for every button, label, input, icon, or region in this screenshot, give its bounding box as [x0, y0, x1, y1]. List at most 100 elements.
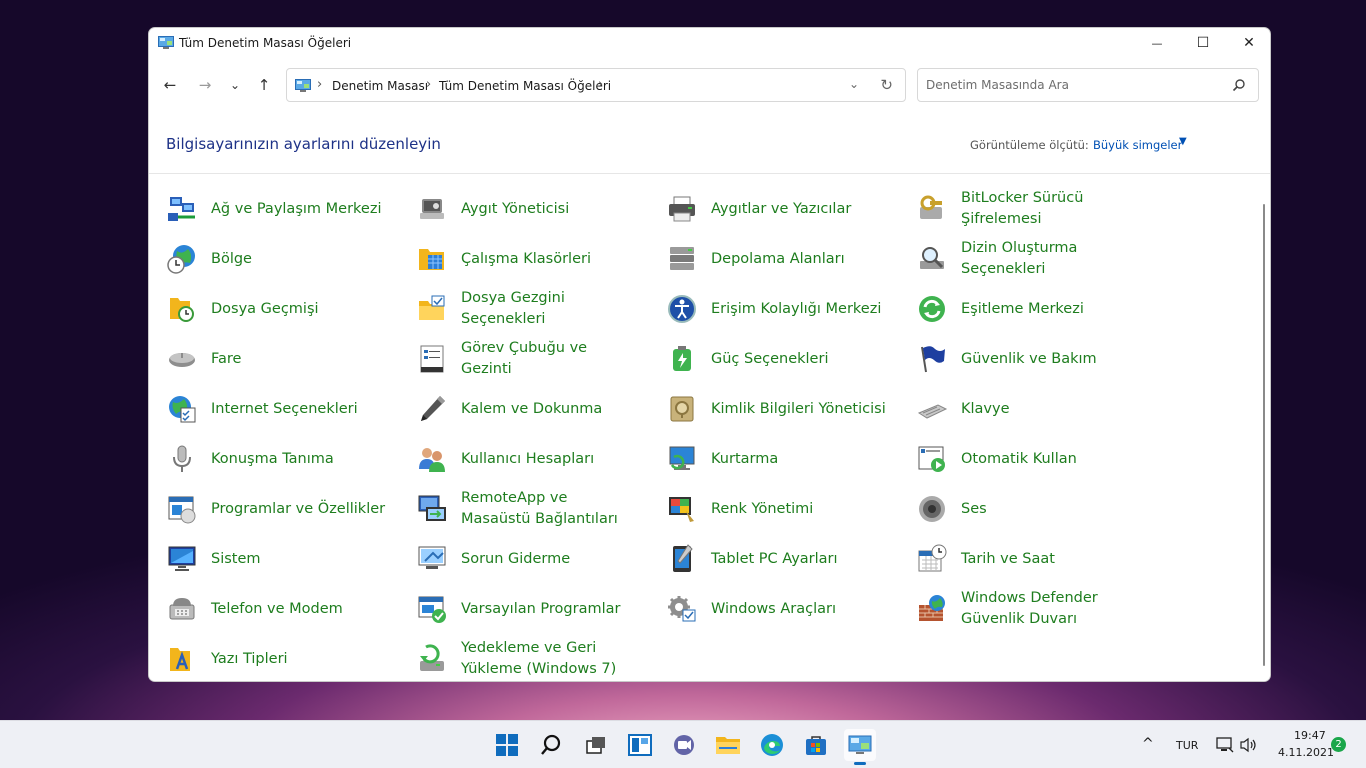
- control-panel-item[interactable]: Sistem: [149, 536, 389, 582]
- back-button[interactable]: ←: [159, 75, 181, 95]
- up-button[interactable]: ↑: [253, 75, 275, 95]
- control-panel-item[interactable]: BitLocker Sürücü Şifrelemesi: [899, 186, 1139, 232]
- globe-clock-icon: [167, 245, 195, 274]
- search-input[interactable]: [926, 78, 1216, 92]
- remoteapp-icon: [418, 495, 446, 521]
- internet-icon: [169, 396, 196, 423]
- title-bar[interactable]: Tüm Denetim Masası Öğeleri — ☐ ✕: [149, 28, 1270, 58]
- view-by-dropdown[interactable]: Büyük simgeler: [1093, 138, 1182, 152]
- control-panel-item[interactable]: Bölge: [149, 236, 389, 282]
- control-panel-item[interactable]: Aygıtlar ve Yazıcılar: [649, 186, 889, 232]
- control-panel-item-label: Tablet PC Ayarları: [711, 550, 838, 567]
- users-icon: [419, 448, 445, 472]
- control-panel-item[interactable]: Programlar ve Özellikler: [149, 486, 389, 532]
- control-panel-item[interactable]: Erişim Kolaylığı Merkezi: [649, 286, 889, 332]
- control-panel-item[interactable]: Dizin Oluşturma Seçenekleri: [899, 236, 1139, 282]
- control-panel-item[interactable]: Yazı Tipleri: [149, 636, 389, 681]
- control-panel-item[interactable]: Kurtarma: [649, 436, 889, 482]
- vertical-scrollbar[interactable]: [1263, 204, 1265, 666]
- control-panel-item[interactable]: Kalem ve Dokunma: [399, 386, 639, 432]
- taskbar-icon: [420, 345, 444, 373]
- refresh-button[interactable]: ↻: [880, 76, 893, 94]
- control-panel-item[interactable]: Yedekleme ve Geri Yükleme (Windows 7): [399, 636, 639, 681]
- control-panel-item[interactable]: Sorun Giderme: [399, 536, 639, 582]
- task-view-button[interactable]: [580, 729, 612, 761]
- network-status-icon[interactable]: [1216, 737, 1234, 753]
- breadcrumb-control-panel[interactable]: Denetim Masası: [332, 79, 428, 93]
- input-language-indicator[interactable]: TUR: [1176, 739, 1198, 752]
- control-panel-item[interactable]: Depolama Alanları: [649, 236, 889, 282]
- file-history-icon: [170, 298, 194, 322]
- control-panel-item[interactable]: Fare: [149, 336, 389, 382]
- control-panel-item[interactable]: Kullanıcı Hesapları: [399, 436, 639, 482]
- network-icon: [168, 197, 195, 221]
- control-panel-icon: [295, 79, 311, 92]
- clock-time[interactable]: 19:47: [1294, 729, 1326, 742]
- credential-vault-icon: [670, 396, 694, 422]
- start-button[interactable]: [491, 729, 523, 761]
- taskbar-search-button[interactable]: [535, 729, 567, 761]
- show-hidden-icons-button[interactable]: ^: [1142, 736, 1154, 752]
- search-icon[interactable]: [1232, 78, 1246, 92]
- control-panel-item[interactable]: Windows Araçları: [649, 586, 889, 632]
- close-button[interactable]: ✕: [1226, 28, 1270, 58]
- file-explorer-button[interactable]: [712, 729, 744, 761]
- control-panel-item[interactable]: Çalışma Klasörleri: [399, 236, 639, 282]
- address-dropdown-button[interactable]: ⌄: [849, 77, 859, 91]
- breadcrumb-all-items[interactable]: Tüm Denetim Masası Öğeleri: [439, 79, 611, 93]
- forward-button[interactable]: →: [194, 75, 216, 95]
- gears-icon: [668, 596, 696, 622]
- control-panel-item[interactable]: Dosya Gezgini Seçenekleri: [399, 286, 639, 332]
- widgets-button[interactable]: [624, 729, 656, 761]
- control-panel-item[interactable]: Güç Seçenekleri: [649, 336, 889, 382]
- control-panel-item[interactable]: Telefon ve Modem: [149, 586, 389, 632]
- control-panel-item-label: Güvenlik ve Bakım: [961, 350, 1097, 367]
- control-panel-item[interactable]: Eşitleme Merkezi: [899, 286, 1139, 332]
- control-panel-item[interactable]: Tarih ve Saat: [899, 536, 1139, 582]
- control-panel-icon: [158, 36, 174, 49]
- control-panel-item[interactable]: Konuşma Tanıma: [149, 436, 389, 482]
- maximize-button[interactable]: ☐: [1180, 28, 1226, 58]
- control-panel-item[interactable]: Aygıt Yöneticisi: [399, 186, 639, 232]
- control-panel-item[interactable]: Otomatik Kullan: [899, 436, 1139, 482]
- control-panel-item[interactable]: Dosya Geçmişi: [149, 286, 389, 332]
- store-button[interactable]: [800, 729, 832, 761]
- dropdown-arrow-icon[interactable]: ▼: [1179, 136, 1187, 147]
- control-panel-item[interactable]: Görev Çubuğu ve Gezinti: [399, 336, 639, 382]
- volume-icon[interactable]: [1240, 737, 1258, 753]
- control-panel-item-label: Bölge: [211, 250, 252, 267]
- control-panel-item-label: Ses: [961, 500, 987, 517]
- edge-button[interactable]: [756, 729, 788, 761]
- search-box[interactable]: [917, 68, 1259, 102]
- control-panel-item-label: Konuşma Tanıma: [211, 450, 334, 467]
- bitlocker-icon: [920, 195, 942, 219]
- search-icon: [541, 734, 561, 755]
- control-panel-item[interactable]: Ağ ve Paylaşım Merkezi: [149, 186, 389, 232]
- notification-badge[interactable]: 2: [1331, 737, 1346, 752]
- breadcrumb-separator[interactable]: ›: [598, 77, 603, 92]
- address-bar[interactable]: › Denetim Masası › Tüm Denetim Masası Öğ…: [286, 68, 906, 102]
- control-panel-item[interactable]: Güvenlik ve Bakım: [899, 336, 1139, 382]
- control-panel-item[interactable]: Varsayılan Programlar: [399, 586, 639, 632]
- control-panel-item[interactable]: Windows Defender Güvenlik Duvarı: [899, 586, 1139, 632]
- control-panel-item[interactable]: Renk Yönetimi: [649, 486, 889, 532]
- items-grid: Ağ ve Paylaşım Merkezi Aygıt Yöneticisi Ay…: [149, 173, 1270, 681]
- widgets-icon: [628, 734, 652, 756]
- control-panel-item[interactable]: RemoteApp ve Masaüstü Bağlantıları: [399, 486, 639, 532]
- breadcrumb-separator[interactable]: ›: [426, 77, 431, 92]
- control-panel-item[interactable]: Internet Seçenekleri: [149, 386, 389, 432]
- minimize-button[interactable]: —: [1134, 28, 1180, 58]
- task-view-icon: [586, 737, 605, 754]
- clock-date[interactable]: 4.11.2021: [1278, 746, 1334, 759]
- control-panel-item[interactable]: Ses: [899, 486, 1139, 532]
- control-panel-item[interactable]: Kimlik Bilgileri Yöneticisi: [649, 386, 889, 432]
- control-panel-item-label: Ağ ve Paylaşım Merkezi: [211, 200, 382, 217]
- page-title: Bilgisayarınızın ayarlarını düzenleyin: [166, 135, 441, 153]
- chat-button[interactable]: [668, 729, 700, 761]
- recent-locations-button[interactable]: ⌄: [224, 75, 246, 95]
- control-panel-taskbar-button[interactable]: [844, 729, 876, 765]
- control-panel-item[interactable]: Klavye: [899, 386, 1139, 432]
- printer-icon: [669, 196, 695, 222]
- control-panel-icon: [848, 735, 872, 754]
- control-panel-item[interactable]: Tablet PC Ayarları: [649, 536, 889, 582]
